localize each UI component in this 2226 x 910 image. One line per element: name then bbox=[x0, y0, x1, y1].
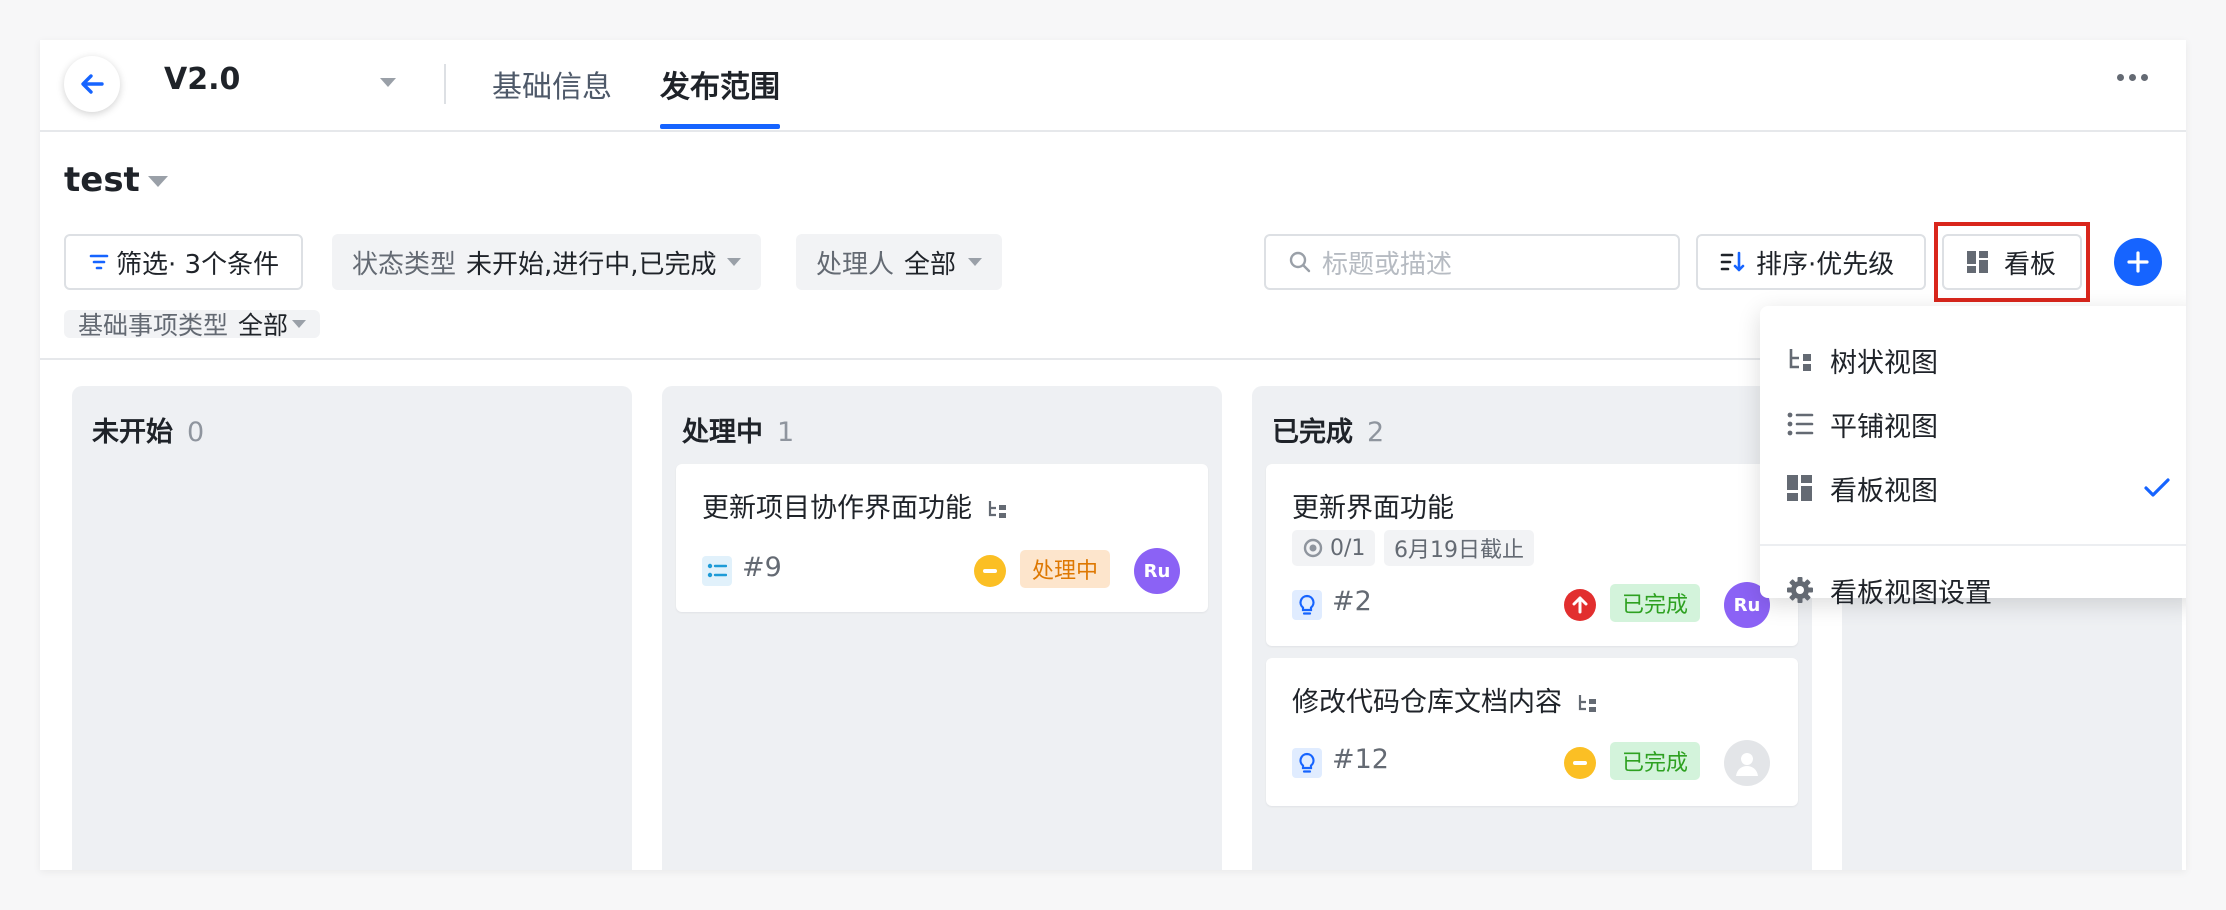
filter-button-label: 筛选· 3个条件 bbox=[116, 249, 280, 280]
board-title[interactable]: test bbox=[64, 160, 140, 200]
column-header: 已完成 2 bbox=[1272, 410, 1384, 449]
highlight-box bbox=[1934, 222, 2090, 302]
list-view-icon bbox=[1787, 412, 1814, 436]
task-card[interactable]: 更新项目协作界面功能 #9 处理中 Ru bbox=[676, 464, 1208, 612]
menu-item-kanban-view[interactable]: 看板视图 bbox=[1760, 458, 2186, 518]
board-column-not-started: 未开始 0 bbox=[72, 386, 632, 870]
status-type-key: 状态类型 bbox=[352, 249, 457, 280]
plus-icon bbox=[2127, 251, 2149, 273]
check-icon bbox=[2144, 478, 2170, 497]
gear-icon bbox=[1787, 577, 1813, 603]
priority-medium-icon bbox=[1564, 747, 1596, 779]
status-type-filter[interactable]: 状态类型 未开始,进行中,已完成 bbox=[332, 234, 761, 290]
status-badge[interactable]: 已完成 bbox=[1610, 742, 1701, 780]
board-column-in-progress: 处理中 1 更新项目协作界面功能 #9 处理中 Ru bbox=[662, 386, 1222, 870]
search-icon bbox=[1289, 251, 1311, 273]
lightbulb-icon bbox=[1292, 590, 1322, 620]
item-type-value: 全部 bbox=[238, 311, 289, 340]
board-title-dropdown-icon[interactable] bbox=[148, 176, 168, 187]
progress-text: 0/1 bbox=[1330, 535, 1366, 561]
tab-basic-info[interactable]: 基础信息 bbox=[492, 62, 612, 106]
progress-ring-icon bbox=[1303, 538, 1323, 558]
lightbulb-icon bbox=[1292, 748, 1322, 778]
tab-release-scope[interactable]: 发布范围 bbox=[660, 62, 780, 106]
filter-button[interactable]: 筛选· 3个条件 bbox=[64, 234, 304, 290]
filter-icon bbox=[89, 254, 109, 270]
avatar[interactable]: Ru bbox=[1134, 548, 1180, 594]
column-title: 处理中 bbox=[682, 417, 763, 448]
subtask-icon bbox=[988, 500, 1006, 518]
sort-label: 排序·优先级 bbox=[1756, 249, 1895, 280]
app-frame: V2.0 基础信息 发布范围 test 筛选· 3个条件 状态类型 未开始,进行… bbox=[40, 40, 2186, 870]
card-number: #2 bbox=[1332, 586, 1372, 617]
search-placeholder: 标题或描述 bbox=[1322, 249, 1453, 280]
subtask-progress: 0/1 bbox=[1292, 530, 1376, 566]
column-title: 未开始 bbox=[92, 417, 173, 448]
menu-divider bbox=[1760, 544, 2186, 546]
column-count: 2 bbox=[1367, 417, 1385, 448]
assignee-value: 全部 bbox=[904, 249, 957, 280]
column-title: 已完成 bbox=[1272, 417, 1353, 448]
kanban-view-icon bbox=[1787, 475, 1812, 501]
card-title-text: 更新项目协作界面功能 bbox=[702, 493, 972, 524]
search-input[interactable]: 标题或描述 bbox=[1264, 234, 1680, 290]
view-menu: 树状视图 平铺视图 看板视图 看板视图设置 bbox=[1760, 306, 2186, 609]
assignee-key: 处理人 bbox=[816, 249, 895, 280]
active-tab-indicator bbox=[660, 124, 780, 129]
column-header: 处理中 1 bbox=[682, 410, 794, 449]
sort-icon bbox=[1720, 251, 1745, 272]
back-button[interactable] bbox=[64, 56, 120, 112]
item-type-key: 基础事项类型 bbox=[78, 311, 229, 340]
menu-item-kanban-settings[interactable]: 看板视图设置 bbox=[1760, 560, 2186, 620]
card-number: #9 bbox=[742, 552, 782, 583]
priority-medium-icon bbox=[974, 555, 1006, 587]
arrow-left-icon bbox=[81, 74, 104, 94]
tree-view-icon bbox=[1789, 349, 1811, 371]
priority-high-icon bbox=[1564, 589, 1596, 621]
more-icon[interactable] bbox=[2117, 74, 2148, 81]
version-selector[interactable]: V2.0 bbox=[164, 62, 240, 97]
menu-item-label: 树状视图 bbox=[1830, 347, 1938, 379]
card-title: 修改代码仓库文档内容 bbox=[1292, 680, 1599, 719]
chevron-down-icon bbox=[292, 320, 307, 328]
menu-item-tree-view[interactable]: 树状视图 bbox=[1760, 330, 2186, 390]
card-title-text: 修改代码仓库文档内容 bbox=[1292, 687, 1562, 718]
chevron-down-icon bbox=[968, 258, 983, 266]
top-bar: V2.0 基础信息 发布范围 bbox=[40, 40, 2186, 132]
card-title: 更新项目协作界面功能 bbox=[702, 486, 1009, 525]
menu-item-label: 看板视图设置 bbox=[1830, 577, 1992, 609]
chevron-down-icon bbox=[726, 258, 741, 266]
subtask-icon bbox=[1578, 694, 1596, 712]
assignee-filter[interactable]: 处理人 全部 bbox=[796, 234, 1003, 290]
status-badge[interactable]: 处理中 bbox=[1020, 550, 1111, 588]
add-button[interactable] bbox=[2114, 238, 2162, 286]
status-type-value: 未开始,进行中,已完成 bbox=[466, 249, 717, 280]
sort-button[interactable]: 排序·优先级 bbox=[1696, 234, 1926, 290]
card-number: #12 bbox=[1332, 744, 1389, 775]
divider bbox=[444, 64, 446, 104]
column-header: 未开始 0 bbox=[92, 410, 204, 449]
board-column-done: 已完成 2 更新界面功能 0/1 6月19日截止 #2 已完成 Ru 修改代码仓库… bbox=[1252, 386, 1812, 870]
column-count: 0 bbox=[187, 417, 205, 448]
task-card[interactable]: 修改代码仓库文档内容 #12 已完成 bbox=[1266, 658, 1798, 806]
task-card[interactable]: 更新界面功能 0/1 6月19日截止 #2 已完成 Ru bbox=[1266, 464, 1798, 646]
menu-item-label: 平铺视图 bbox=[1830, 411, 1938, 443]
chevron-down-icon[interactable] bbox=[380, 78, 396, 87]
due-date: 6月19日截止 bbox=[1384, 530, 1534, 566]
item-type-filter[interactable]: 基础事项类型 全部 bbox=[64, 310, 321, 340]
task-type-icon bbox=[702, 556, 732, 586]
card-title: 更新界面功能 bbox=[1292, 493, 1454, 524]
empty-avatar-icon[interactable] bbox=[1724, 740, 1770, 786]
status-badge[interactable]: 已完成 bbox=[1610, 584, 1701, 622]
column-count: 1 bbox=[777, 417, 795, 448]
menu-item-list-view[interactable]: 平铺视图 bbox=[1760, 394, 2186, 454]
menu-item-label: 看板视图 bbox=[1830, 475, 1938, 507]
